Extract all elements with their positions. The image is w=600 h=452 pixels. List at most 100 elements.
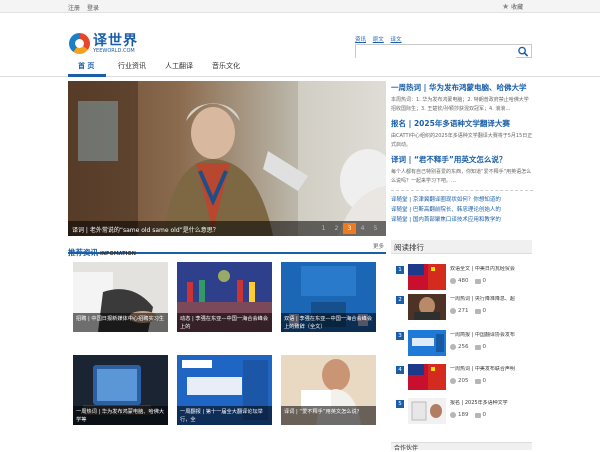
logo-mark [69,33,90,54]
views-icon [450,344,456,350]
views-count: 256 [458,344,469,350]
header: 译世界 YEEWORLD.COM 资讯 原文 译文 [0,13,600,65]
comments-count: 0 [482,344,487,350]
hot-link-1[interactable]: 译随堂 | 京津冀翻译圈现状如何？你想知道的 [391,195,533,205]
search-tab-news[interactable]: 资讯 [355,37,366,43]
divider [391,190,533,191]
rank-number: 1 [396,266,404,274]
hero-pagination: 1 2 3 4 5 [317,223,382,234]
more-link[interactable]: 更多 [373,242,384,250]
ranking-item[interactable]: 2 一周热词 | 央行降准降息、超 271 0 [391,294,532,322]
hot-title-3[interactable]: 译词 | “君不释手”用英文怎么说？ [391,154,533,165]
logo-domain: YEEWORLD.COM [93,47,135,54]
comments-icon [474,344,481,350]
news-card-3[interactable]: 双语 | 李强在东亚—中国一海合会峰会上的致辞（全文） [281,262,376,332]
comments-count: 0 [482,412,487,418]
views-icon [450,278,456,284]
favorite-label: 收藏 [511,4,524,11]
news-card-1[interactable]: 招聘 | 中国日报新媒体中心招聘实习生 [73,262,168,332]
card-caption: 招聘 | 中国日报新媒体中心招聘实习生 [73,313,168,332]
hot-title-1[interactable]: 一周热词 | 华为发布鸿蒙电脑、哈佛大学 [391,82,533,93]
card-caption: 一周热词 | 华为发布鸿蒙电脑、哈佛大学等 [73,406,168,425]
nav-industry-news[interactable]: 行业资讯 [118,61,146,71]
rank-meta: 480 0 [450,278,486,284]
comments-count: 0 [482,278,487,284]
top-bar: 注册 登录 ★ 收藏 [0,0,600,13]
recommend-title: 推荐资讯 INFOMATION [68,248,136,257]
search-tab-translation[interactable]: 译文 [391,37,402,43]
rank-meta: 256 0 [450,344,486,350]
rank-meta: 205 0 [450,378,486,384]
hot-link-2[interactable]: 译随堂 | 巴斯高翻前院长、韩忠理论创始人的 [391,205,533,215]
favorite-link[interactable]: ★ 收藏 [502,2,523,11]
hero-photo [68,81,386,236]
card-caption: 双语 | 李强在东亚—中国一海合会峰会上的致辞（全文） [281,313,376,332]
rank-number: 5 [396,400,404,408]
nav-active-indicator [68,74,106,77]
rank-thumbnail [408,364,446,390]
ranking-item[interactable]: 3 一周简报 | 中国翻译协会发布 256 0 [391,330,532,358]
hero-slider[interactable]: 译词 | 老外常说的“same old same old”是什么意思？ 1 2 … [68,81,386,236]
recommend-header: 推荐资讯 INFOMATION 更多 [68,240,386,257]
recommend-subtitle: INFOMATION [100,251,136,257]
search-type-tabs: 资讯 原文 译文 [355,35,407,43]
rank-title: 一周热词 | 中美发布联合声明 [450,366,515,372]
hero-page-4[interactable]: 4 [356,223,369,234]
views-icon [450,378,456,384]
hero-page-5[interactable]: 5 [369,223,382,234]
rank-thumbnail [408,398,446,424]
comments-count: 0 [482,378,487,384]
ranking-item[interactable]: 5 报名 | 2025年多语种文学 189 0 [391,398,532,426]
comments-count: 0 [482,308,487,314]
comments-icon [474,412,481,418]
card-caption: 动态 | 李强在东亚—中国一海合会峰会上的 [177,313,272,332]
hot-summary-3: 每个人都有自己特别喜爱的东西，你知道“爱不释手”用英语怎么么说吗？一起来学习下吧… [391,169,532,184]
rank-thumbnail [408,330,446,356]
views-count: 205 [458,378,469,384]
main-nav: 首 页 行业资讯 人工翻译 音乐文化 [0,56,600,77]
rank-number: 2 [396,296,404,304]
views-count: 189 [458,412,469,418]
views-count: 480 [458,278,469,284]
nav-music-culture[interactable]: 音乐文化 [212,61,240,71]
rank-title: 报名 | 2025年多语种文学 [450,400,508,406]
card-caption: 译词 | “爱不释手”用英文怎么说？ [281,406,376,425]
site-logo[interactable]: 译世界 YEEWORLD.COM [69,33,138,54]
hero-page-2[interactable]: 2 [330,223,343,234]
search-tab-source[interactable]: 原文 [373,37,384,43]
hot-title-2[interactable]: 报名 | 2025年多语种文学翻译大赛 [391,118,533,129]
rank-meta: 271 0 [450,308,486,314]
hot-links-list: 译随堂 | 京津冀翻译圈现状如何？你想知道的 译随堂 | 巴斯高翻前院长、韩忠理… [391,195,533,225]
ranking-item[interactable]: 4 一周热词 | 中美发布联合声明 205 0 [391,364,532,392]
news-card-6[interactable]: 译词 | “爱不释手”用英文怎么说？ [281,355,376,425]
rank-title: 一周热词 | 央行降准降息、超 [450,296,515,302]
rank-thumbnail [408,264,446,290]
rank-number: 3 [396,332,404,340]
star-icon: ★ [502,2,510,11]
news-card-4[interactable]: 一周热词 | 华为发布鸿蒙电脑、哈佛大学等 [73,355,168,425]
ranking-item[interactable]: 1 双语全文 | 中美日内瓦经贸会 480 0 [391,264,532,292]
news-card-5[interactable]: 一周翻报 | 第十一届全大翻译论坛举行，全 [177,355,272,425]
hot-summary-2: 由CATTI中心组织的2025年多语种文学翻译大赛将于5月15日正式启动。 [391,133,533,148]
views-icon [450,308,456,314]
card-caption: 一周翻报 | 第十一届全大翻译论坛举行，全 [177,406,272,425]
nav-home[interactable]: 首 页 [78,61,94,71]
hero-page-1[interactable]: 1 [317,223,330,234]
rank-meta: 189 0 [450,412,486,418]
comments-icon [474,378,481,384]
hot-link-3[interactable]: 译随堂 | 国内首部聚焦口译技术应用和教学的 [391,215,533,225]
partners-header: 合作伙伴 [391,442,532,452]
login-link[interactable]: 登录 [87,5,99,12]
nav-human-translation[interactable]: 人工翻译 [165,61,193,71]
rank-thumbnail [408,294,446,320]
hot-summary-1: 本周热词：1. 华为发布鸿蒙电脑；2. 特朗普政府禁止哈佛大学招收国际生；3. … [391,97,529,112]
news-card-2[interactable]: 动态 | 李强在东亚—中国一海合会峰会上的 [177,262,272,332]
comments-icon [474,278,481,284]
views-count: 271 [458,308,469,314]
hero-page-3[interactable]: 3 [343,223,356,234]
views-icon [450,412,456,418]
account-links: 注册 登录 [68,3,104,12]
register-link[interactable]: 注册 [68,5,80,12]
ranking-title: 阅读排行 [391,240,532,254]
rank-title: 一周简报 | 中国翻译协会发布 [450,332,515,338]
